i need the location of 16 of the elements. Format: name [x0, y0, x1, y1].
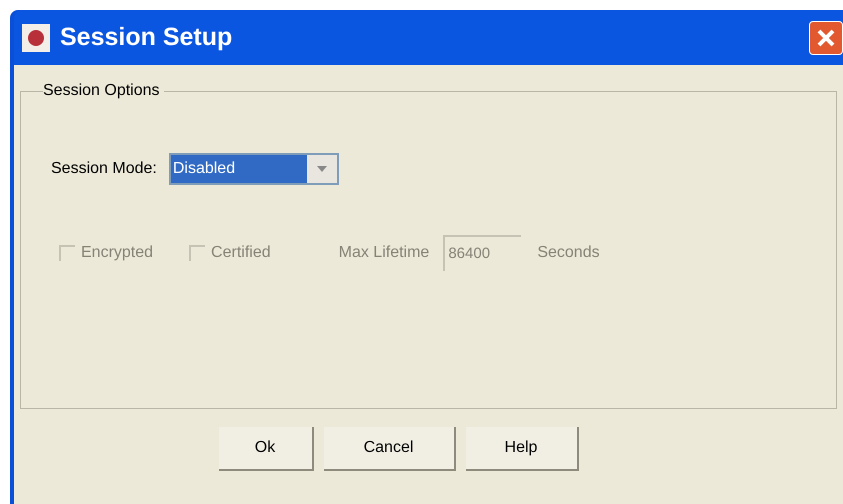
lifetime-value: 86400: [448, 244, 490, 264]
dialog-button[interactable]: Help: [466, 427, 578, 471]
dialog-button[interactable]: Ok: [218, 427, 314, 471]
dialog-button[interactable]: Cancel: [324, 427, 456, 471]
lifetime-unit: Seconds: [537, 243, 600, 263]
session-mode-dropdown[interactable]: Disabled: [168, 153, 339, 185]
close-button[interactable]: [809, 20, 843, 54]
close-icon: [816, 28, 836, 48]
checkbox-label: Encrypted: [81, 243, 154, 263]
dropdown-value: Disabled: [172, 159, 236, 179]
app-icon: [22, 24, 50, 52]
window-title: Session Setup: [60, 22, 232, 53]
group-title: Session Options: [43, 81, 161, 101]
session-mode-label: Session Mode:: [51, 159, 157, 179]
lifetime-label: Max Lifetime: [338, 243, 430, 263]
checkbox-label: Certified: [211, 243, 271, 263]
